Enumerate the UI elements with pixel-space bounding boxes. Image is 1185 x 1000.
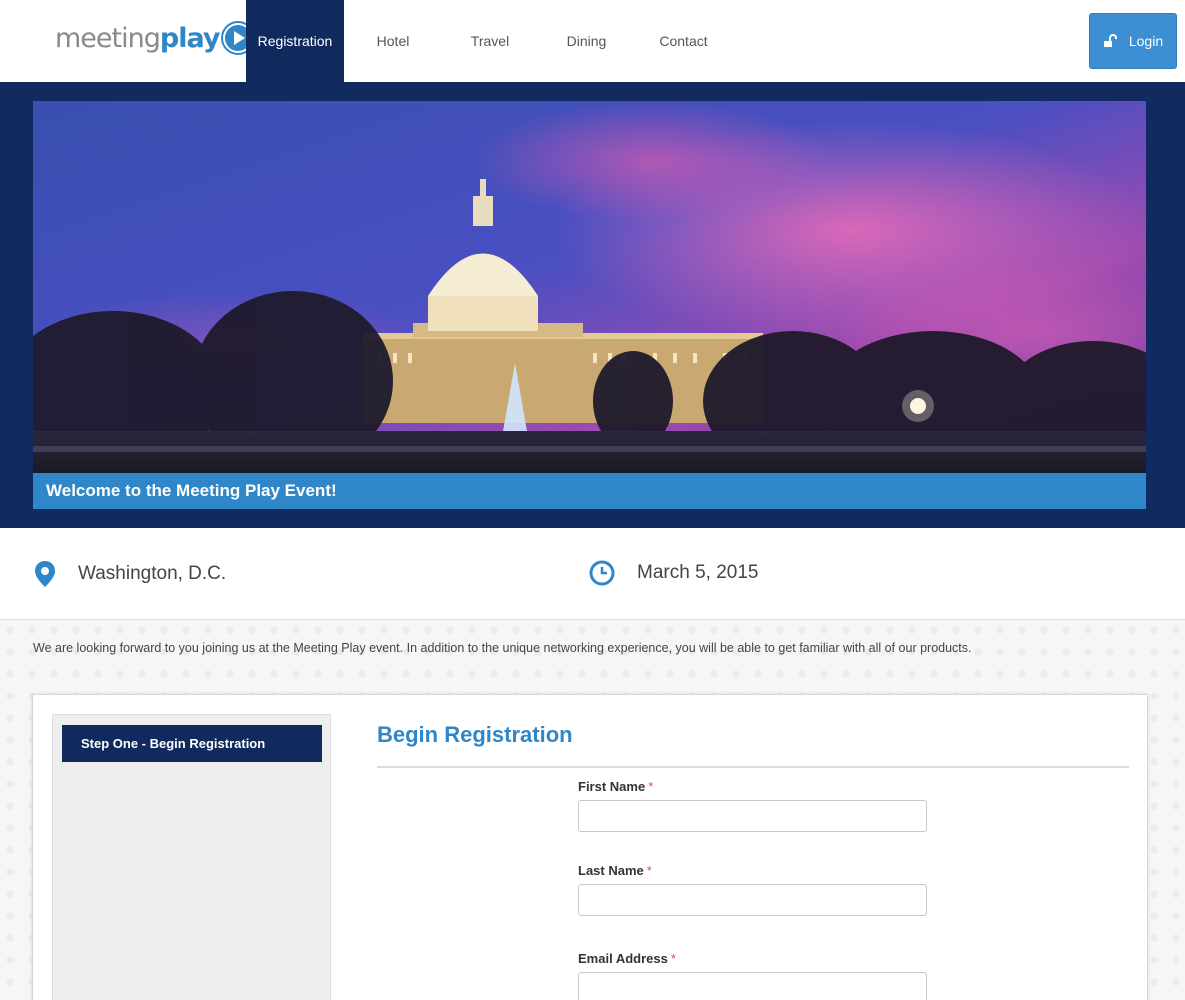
- required-mark: *: [670, 951, 676, 966]
- clock-icon: [589, 560, 615, 586]
- email-input[interactable]: [578, 972, 927, 1000]
- steps-sidebar: Step One - Begin Registration: [52, 714, 331, 1000]
- first-name-label-text: First Name: [578, 779, 646, 794]
- intro-text: We are looking forward to you joining us…: [33, 641, 972, 655]
- registration-content: We are looking forward to you joining us…: [0, 620, 1185, 1000]
- form-divider: [377, 766, 1129, 768]
- required-mark: *: [646, 863, 652, 878]
- last-name-label: Last Name *: [578, 863, 652, 878]
- event-date: March 5, 2015: [589, 560, 758, 586]
- logo-text-play: play: [159, 22, 221, 54]
- login-button[interactable]: Login: [1089, 13, 1177, 69]
- first-name-label: First Name *: [578, 779, 653, 794]
- registration-panel: Step One - Begin Registration Begin Regi…: [32, 694, 1148, 1000]
- event-location: Washington, D.C.: [34, 560, 226, 588]
- unlock-icon: [1103, 34, 1117, 47]
- first-name-input[interactable]: [578, 800, 927, 832]
- email-label: Email Address *: [578, 951, 676, 966]
- nav-travel[interactable]: Travel: [442, 0, 538, 82]
- meetingplay-logo[interactable]: meeting play: [55, 21, 256, 55]
- nav-hotel[interactable]: Hotel: [344, 0, 442, 82]
- nav-registration[interactable]: Registration: [246, 0, 344, 82]
- login-label: Login: [1128, 33, 1164, 49]
- step-one-item[interactable]: Step One - Begin Registration: [62, 725, 322, 762]
- last-name-input[interactable]: [578, 884, 927, 916]
- nav-dining[interactable]: Dining: [538, 0, 635, 82]
- hero-banner: Welcome to the Meeting Play Event!: [0, 82, 1185, 528]
- logo-text-meeting: meeting: [55, 22, 161, 54]
- nav-contact[interactable]: Contact: [635, 0, 732, 82]
- form-title: Begin Registration: [377, 722, 573, 747]
- required-mark: *: [648, 779, 654, 794]
- main-nav: Registration Hotel Travel Dining Contact: [246, 0, 732, 82]
- capitol-illustration: [33, 101, 1146, 473]
- date-text: March 5, 2015: [637, 562, 759, 583]
- last-name-label-text: Last Name: [578, 863, 644, 878]
- event-info-row: Washington, D.C. March 5, 2015: [0, 528, 1185, 620]
- welcome-banner-title: Welcome to the Meeting Play Event!: [33, 473, 1146, 509]
- email-label-text: Email Address: [578, 951, 668, 966]
- map-pin-icon: [35, 561, 55, 587]
- location-text: Washington, D.C.: [78, 563, 227, 584]
- top-navigation-bar: meeting play Registration Hotel Travel Di…: [0, 0, 1185, 82]
- capitol-banner-image: [33, 101, 1146, 473]
